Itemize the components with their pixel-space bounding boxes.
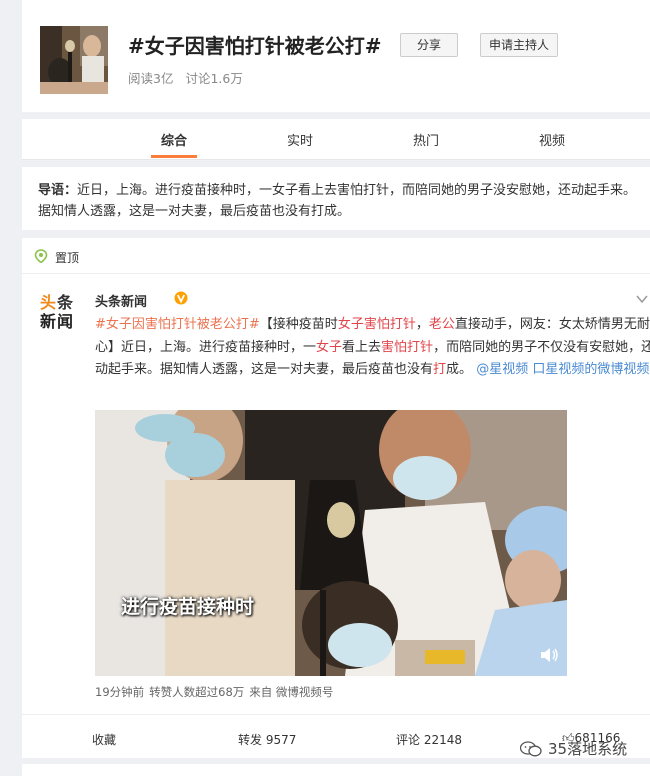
guide-text: 近日，上海。进行疫苗接种时，一女子看上去害怕打针，而陪同她的男子没安慰她，还动起… — [38, 183, 637, 219]
pin-icon — [34, 249, 48, 263]
topic-title: #女子因害怕打针被老公打# — [128, 34, 382, 58]
pinned-label: 置顶 — [55, 251, 80, 265]
feed-card: 置顶 头条 新闻 头条新闻 #女子因害怕打针被老公打#【接种疫苗时女子害怕打针，… — [22, 238, 650, 758]
tab-comprehensive[interactable]: 综合 — [161, 130, 187, 149]
post-time[interactable]: 19分钟前 — [95, 685, 144, 699]
repost-button[interactable]: 转发 9577 — [238, 731, 296, 748]
post-source[interactable]: 来自 微博视频号 — [249, 685, 333, 699]
video-player[interactable]: 进行疫苗接种时 — [95, 410, 567, 676]
volume-icon[interactable] — [539, 646, 559, 664]
topic-header: #女子因害怕打针被老公打# 阅读3亿 讨论1.6万 分享 申请主持人 — [22, 0, 650, 112]
topic-tag-link[interactable]: #女子因害怕打针被老公打# — [95, 317, 260, 332]
watermark-text: 35落地系统 — [548, 740, 628, 758]
post-meta: 19分钟前 转赞人数超过68万 来自 微博视频号 — [95, 684, 333, 700]
topic-stats: 阅读3亿 讨论1.6万 — [128, 68, 243, 87]
pinned-bar: 置顶 — [22, 238, 650, 274]
tab-hot[interactable]: 热门 — [413, 130, 439, 149]
author-avatar[interactable]: 头条 新闻 — [40, 294, 80, 334]
post-repost-stat: 转赞人数超过68万 — [149, 685, 245, 699]
topic-guide: 导语：近日，上海。进行疫苗接种时，一女子看上去害怕打针，而陪同她的男子没安慰她，… — [22, 167, 650, 230]
tab-video[interactable]: 视频 — [539, 130, 565, 149]
tab-realtime[interactable]: 实时 — [287, 130, 313, 149]
active-tab-indicator — [151, 155, 197, 158]
topic-thumbnail[interactable] — [40, 26, 108, 94]
apply-host-button[interactable]: 申请主持人 — [480, 33, 558, 57]
topic-tabs: 综合 实时 热门 视频 — [22, 119, 650, 160]
chevron-down-icon[interactable] — [636, 294, 648, 304]
comment-button[interactable]: 评论 22148 — [396, 731, 462, 748]
share-button[interactable]: 分享 — [400, 33, 458, 57]
next-card — [22, 764, 650, 776]
read-count: 阅读3亿 — [128, 71, 174, 86]
favorite-button[interactable]: 收藏 — [92, 731, 116, 748]
post-text: #女子因害怕打针被老公打#【接种疫苗时女子害怕打针，老公直接动手，网友：女太矫情… — [95, 317, 650, 377]
video-caption: 进行疫苗接种时 — [121, 596, 255, 618]
guide-prefix: 导语： — [38, 183, 78, 198]
mention-link[interactable]: @星视频 — [476, 362, 528, 377]
discussion-count: 讨论1.6万 — [185, 71, 243, 86]
video-source-link[interactable]: 口星视频的微博视频 — [532, 362, 649, 377]
verified-icon — [174, 291, 188, 305]
wechat-icon — [520, 741, 542, 757]
author-name[interactable]: 头条新闻 — [95, 291, 147, 310]
